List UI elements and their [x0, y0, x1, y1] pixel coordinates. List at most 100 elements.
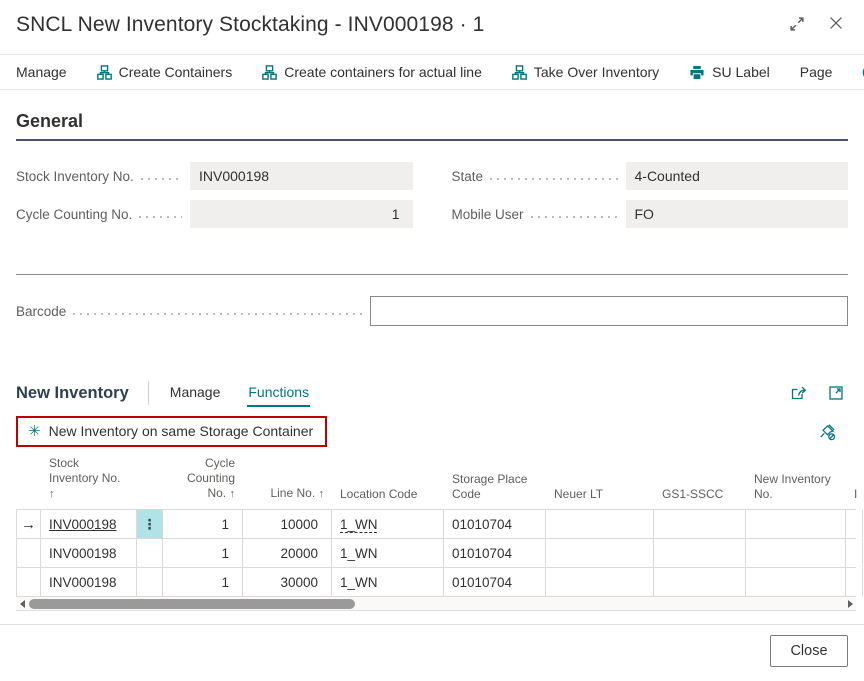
current-row-arrow-icon: →: [21, 516, 36, 533]
scroll-left-icon[interactable]: [16, 597, 28, 611]
header-storage-place-code[interactable]: Storage Place Code: [444, 468, 546, 509]
toolbar-label: Create Containers: [119, 64, 233, 80]
header-gs1-sscc[interactable]: GS1-SSCC: [654, 483, 746, 509]
cell-neuer-lt[interactable]: [546, 510, 654, 538]
field-mobile-user: Mobile User FO: [452, 200, 849, 228]
cell-storage-place-code[interactable]: 01010704: [444, 510, 546, 538]
cell-gs1-sscc[interactable]: [654, 510, 746, 538]
field-value-stock-inventory-no: INV000198: [190, 162, 413, 190]
toolbar-label: SU Label: [712, 64, 770, 80]
part-title: New Inventory: [16, 384, 129, 403]
dialog-titlebar: SNCL New Inventory Stocktaking - INV0001…: [0, 0, 864, 37]
general-section-heading: General: [16, 111, 848, 141]
sort-asc-icon: ↑: [230, 488, 236, 500]
section-divider: [16, 274, 848, 275]
cell-neuer-lt[interactable]: [546, 539, 654, 567]
share-icon[interactable]: [790, 385, 808, 401]
scrollbar-track[interactable]: [28, 597, 844, 611]
field-label: Barcode: [16, 304, 66, 319]
toolbar-item-take-over-inventory[interactable]: Take Over Inventory: [512, 64, 659, 80]
cell-storage-place-code[interactable]: 01010704: [444, 568, 546, 596]
cell-cycle-counting-no[interactable]: 1: [163, 539, 243, 567]
cell-gs1-sscc[interactable]: [654, 568, 746, 596]
cell-truncated[interactable]: [846, 539, 863, 567]
sort-asc-icon: ↑: [49, 488, 55, 500]
header-location-code[interactable]: Location Code: [332, 483, 444, 509]
header-truncated: I: [846, 483, 862, 509]
close-button[interactable]: Close: [770, 635, 848, 667]
field-label: State: [452, 169, 484, 184]
cell-line-no[interactable]: 20000: [243, 539, 332, 567]
tab-functions[interactable]: Functions: [247, 380, 310, 407]
cell-new-inventory-no[interactable]: [746, 539, 846, 567]
cell-storage-place-code[interactable]: 01010704: [444, 539, 546, 567]
field-value-mobile-user: FO: [626, 200, 849, 228]
field-label: Stock Inventory No.: [16, 169, 134, 184]
expand-dialog-icon[interactable]: [788, 15, 806, 33]
focus-mode-icon[interactable]: [828, 385, 844, 401]
cell-line-no[interactable]: 10000: [243, 510, 332, 538]
containers-icon: [97, 65, 112, 80]
cell-cycle-counting-no[interactable]: 1: [163, 510, 243, 538]
horizontal-scrollbar[interactable]: [16, 597, 856, 611]
cell-cycle-counting-no[interactable]: 1: [163, 568, 243, 596]
cell-new-inventory-no[interactable]: [746, 568, 846, 596]
toolbar-label: Page: [800, 64, 833, 80]
page-title: SNCL New Inventory Stocktaking - INV0001…: [16, 13, 484, 37]
field-value-state: 4-Counted: [626, 162, 849, 190]
cell-truncated[interactable]: [846, 568, 863, 596]
field-stock-inventory-no: Stock Inventory No. INV000198: [16, 162, 413, 190]
containers-icon: [262, 65, 277, 80]
ellipsis-icon: ⋮: [143, 516, 157, 533]
cell-truncated[interactable]: [846, 510, 863, 538]
sort-asc-icon: ↑: [319, 488, 325, 500]
field-value-cycle-counting-no: 1: [190, 200, 413, 228]
cell-line-no[interactable]: 30000: [243, 568, 332, 596]
cell-stock-inventory-no[interactable]: INV000198: [41, 539, 137, 567]
dialog-footer: Close: [0, 624, 864, 681]
toolbar-item-create-containers-actual-line[interactable]: Create containers for actual line: [262, 64, 482, 80]
cell-location-code[interactable]: 1_WN: [332, 510, 444, 538]
functions-menu-row: ✳ New Inventory on same Storage Containe…: [16, 416, 848, 447]
table-row: INV000198 1 30000 1_WN 01010704: [16, 568, 856, 597]
cell-new-inventory-no[interactable]: [746, 510, 846, 538]
toolbar-item-su-label[interactable]: SU Label: [689, 64, 770, 80]
field-cycle-counting-no: Cycle Counting No. 1: [16, 200, 413, 228]
cell-stock-inventory-no[interactable]: INV000198: [41, 510, 137, 538]
dotted-leader: [141, 178, 182, 181]
scroll-right-icon[interactable]: [844, 597, 856, 611]
close-dialog-icon[interactable]: [828, 15, 844, 33]
unpin-icon[interactable]: [819, 423, 848, 441]
cell-location-code[interactable]: 1_WN: [332, 539, 444, 567]
row-menu-cell[interactable]: [137, 539, 163, 567]
toolbar-item-page[interactable]: Page: [800, 64, 833, 80]
vertical-divider: [148, 381, 149, 405]
row-menu-button[interactable]: ⋮: [137, 510, 163, 538]
cell-stock-inventory-no[interactable]: INV000198: [41, 568, 137, 596]
row-menu-cell[interactable]: [137, 568, 163, 596]
action-toolbar: Manage Create Containers Create containe…: [0, 54, 864, 90]
cell-neuer-lt[interactable]: [546, 568, 654, 596]
header-line-no[interactable]: Line No. ↑: [243, 482, 332, 509]
row-selector-cell[interactable]: →: [16, 510, 41, 538]
toolbar-item-create-containers[interactable]: Create Containers: [97, 64, 233, 80]
toolbar-item-manage[interactable]: Manage: [16, 64, 67, 80]
cell-location-code[interactable]: 1_WN: [332, 568, 444, 596]
barcode-field: Barcode: [16, 296, 848, 326]
header-neuer-lt[interactable]: Neuer LT: [546, 483, 654, 509]
field-label: Mobile User: [452, 207, 524, 222]
cell-gs1-sscc[interactable]: [654, 539, 746, 567]
barcode-input[interactable]: [370, 296, 848, 326]
tab-manage[interactable]: Manage: [169, 380, 222, 407]
scrollbar-thumb[interactable]: [29, 599, 355, 609]
header-cycle-counting-no[interactable]: Cycle Counting No. ↑: [163, 452, 243, 509]
containers-icon: [512, 65, 527, 80]
general-fields: Stock Inventory No. INV000198 State 4-Co…: [16, 162, 848, 228]
new-inventory-same-container-action[interactable]: New Inventory on same Storage Container: [49, 423, 314, 439]
row-selector-cell[interactable]: [16, 539, 41, 567]
row-selector-cell[interactable]: [16, 568, 41, 596]
annotation-highlight-box: ✳ New Inventory on same Storage Containe…: [16, 416, 327, 447]
table-row: INV000198 1 20000 1_WN 01010704: [16, 539, 856, 568]
header-new-inventory-no[interactable]: New Inventory No.: [746, 468, 846, 509]
header-stock-inventory-no[interactable]: Stock Inventory No. ↑: [41, 452, 137, 509]
